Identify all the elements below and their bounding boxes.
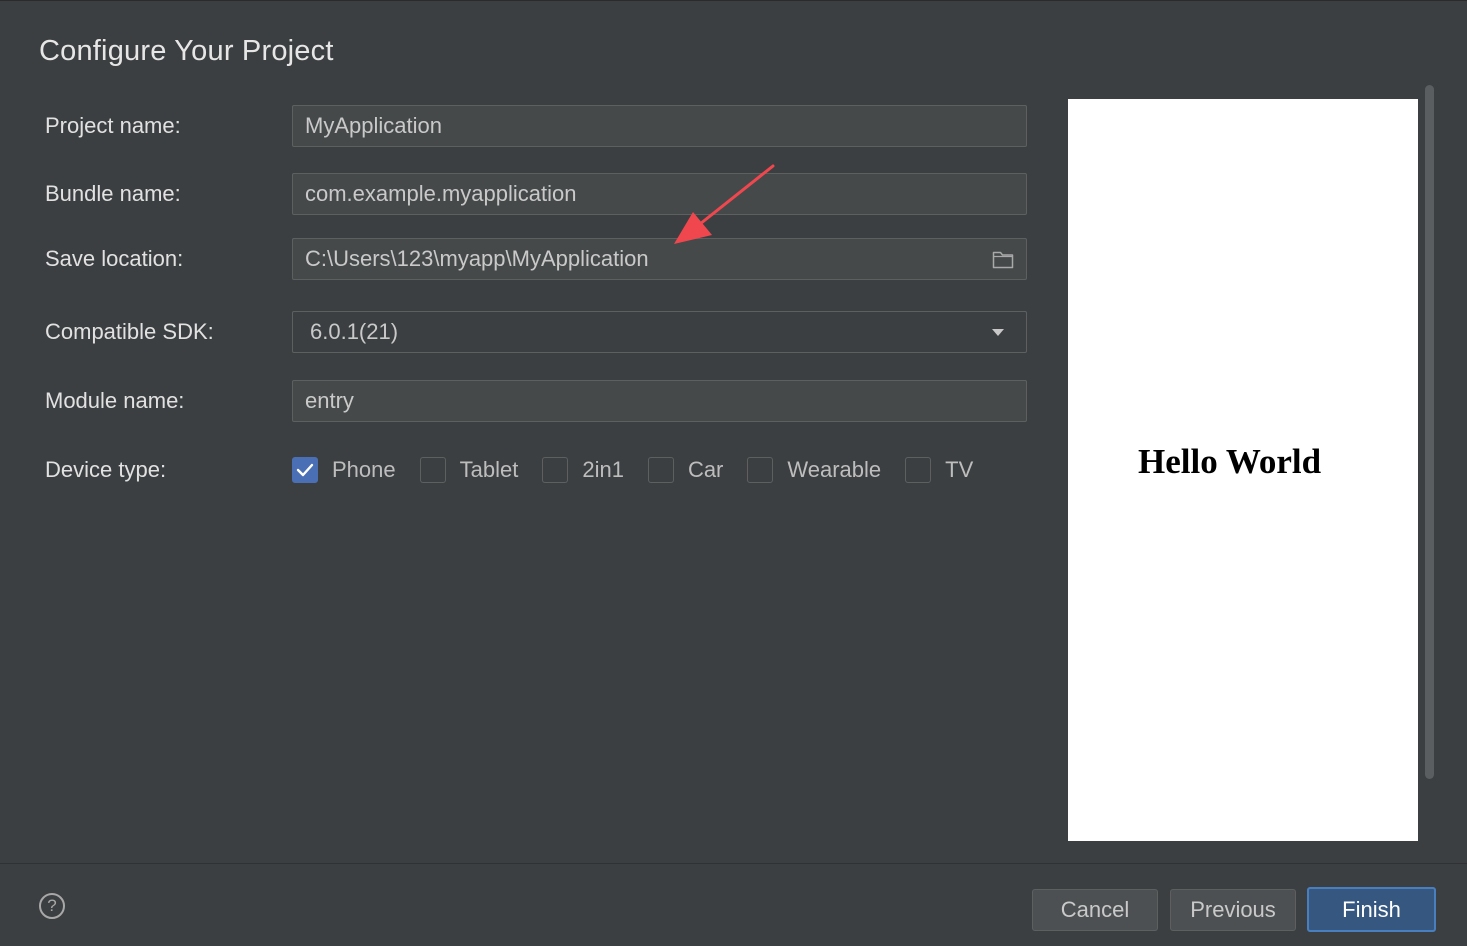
- bundle-name-row: Bundle name: com.example.myapplication: [45, 173, 1027, 215]
- phone-label: Phone: [332, 457, 396, 482]
- dialog-title: Configure Your Project: [39, 35, 334, 67]
- preview-scrollbar[interactable]: [1425, 85, 1434, 779]
- device-option-tv[interactable]: TV: [905, 457, 973, 483]
- footer-divider: [0, 863, 1467, 864]
- annotation-arrow-icon: [674, 164, 775, 244]
- previous-button[interactable]: Previous: [1170, 889, 1296, 931]
- tv-checkbox[interactable]: [905, 457, 932, 483]
- tv-label: TV: [945, 457, 974, 482]
- finish-button[interactable]: Finish: [1307, 887, 1436, 932]
- device-type-label: Device type:: [45, 457, 167, 482]
- device-preview: Hello World: [1068, 99, 1418, 841]
- tablet-label: Tablet: [459, 457, 519, 482]
- configure-project-dialog: Configure Your Project Project name: MyA…: [0, 0, 1467, 946]
- tablet-checkbox[interactable]: [419, 457, 446, 483]
- preview-hello-text: Hello World: [1138, 442, 1322, 481]
- project-name-input[interactable]: MyApplication: [292, 105, 1027, 147]
- device-type-row: Device type: Phone Tablet 2in1 Car Weara…: [45, 449, 1027, 491]
- device-option-phone[interactable]: Phone: [292, 457, 396, 483]
- car-checkbox[interactable]: [647, 457, 674, 483]
- project-name-label: Project name:: [45, 113, 181, 138]
- module-name-label: Module name:: [45, 388, 185, 413]
- compatible-sdk-select[interactable]: 6.0.1(21): [292, 311, 1027, 353]
- wearable-checkbox[interactable]: [747, 457, 774, 483]
- car-label: Car: [687, 457, 724, 482]
- device-option-2in1[interactable]: 2in1: [542, 457, 624, 483]
- compatible-sdk-row: Compatible SDK: 6.0.1(21): [45, 311, 1027, 353]
- help-icon[interactable]: ?: [39, 893, 65, 919]
- compatible-sdk-label: Compatible SDK:: [45, 319, 214, 344]
- save-location-value: C:\Users\123\myapp\MyApplication: [305, 246, 649, 271]
- folder-icon[interactable]: [992, 249, 1014, 269]
- chevron-down-icon[interactable]: [992, 329, 1004, 336]
- cancel-button[interactable]: Cancel: [1032, 889, 1158, 931]
- device-option-tablet[interactable]: Tablet: [419, 457, 519, 483]
- checkmark-icon: [296, 463, 314, 477]
- device-option-car[interactable]: Car: [647, 457, 724, 483]
- module-name-input[interactable]: entry: [292, 380, 1027, 422]
- device-type-options: Phone Tablet 2in1 Car Wearable TV: [292, 449, 997, 491]
- module-name-row: Module name: entry: [45, 380, 1027, 422]
- save-location-row: Save location: C:\Users\123\myapp\MyAppl…: [45, 238, 1027, 280]
- bundle-name-label: Bundle name:: [45, 181, 181, 206]
- phone-checkbox[interactable]: [292, 457, 318, 483]
- 2in1-checkbox[interactable]: [542, 457, 569, 483]
- device-option-wearable[interactable]: Wearable: [747, 457, 881, 483]
- project-name-row: Project name: MyApplication: [45, 105, 1027, 147]
- wearable-label: Wearable: [787, 457, 882, 482]
- save-location-label: Save location:: [45, 246, 184, 271]
- 2in1-label: 2in1: [582, 457, 624, 482]
- compatible-sdk-value: 6.0.1(21): [310, 319, 399, 344]
